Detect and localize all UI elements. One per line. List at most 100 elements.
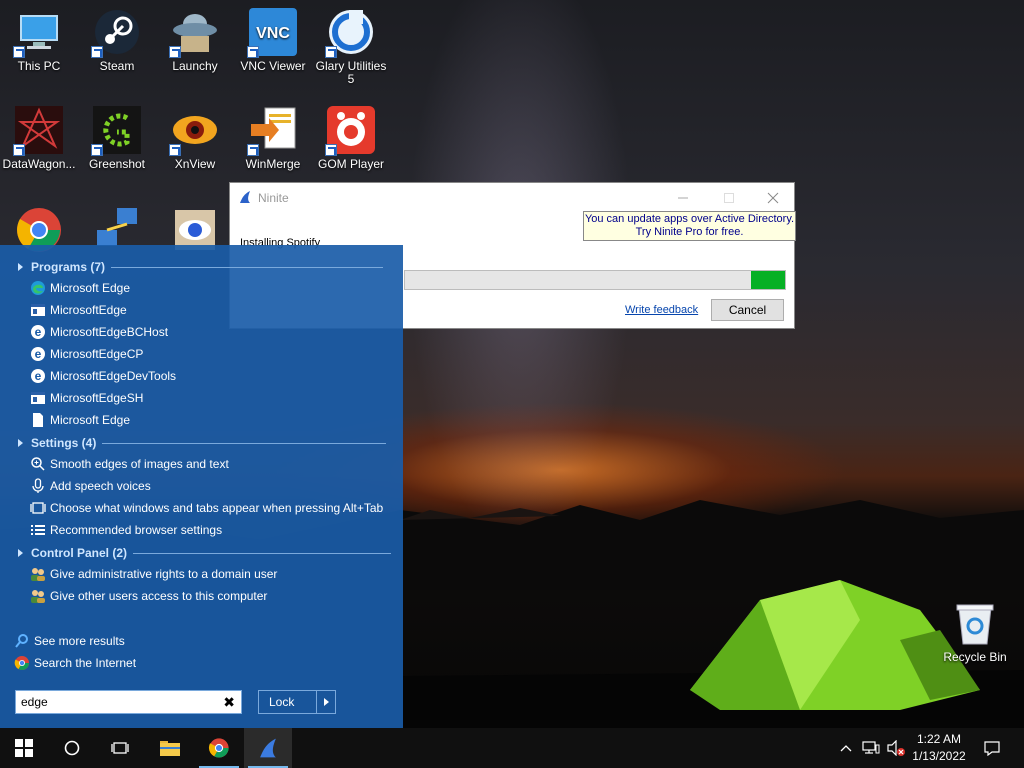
desktop-icon-gom-player[interactable]: GOM Player: [312, 106, 390, 171]
result-item[interactable]: Give other users access to this computer: [30, 585, 267, 607]
xnview-icon: [169, 106, 219, 156]
glary-icon: [325, 8, 375, 58]
svg-text:VNC: VNC: [256, 25, 290, 42]
app-window-icon: [30, 390, 46, 406]
start-button[interactable]: [0, 728, 48, 768]
desktop-icon-this-pc[interactable]: This PC: [0, 8, 78, 73]
desktop-icon-glary-utilities[interactable]: Glary Utilities 5: [312, 8, 390, 86]
taskbar-chrome[interactable]: [195, 728, 243, 768]
computer-icon: [13, 8, 63, 58]
launchy-icon: [169, 8, 219, 58]
result-item[interactable]: MicrosoftEdge: [30, 299, 127, 321]
result-item[interactable]: MicrosoftEdgeSH: [30, 387, 143, 409]
cancel-button[interactable]: Cancel: [711, 299, 784, 321]
steam-icon: [91, 8, 141, 58]
notification-icon: [984, 741, 1000, 756]
winmerge-icon: [247, 106, 297, 156]
result-item[interactable]: Give administrative rights to a domain u…: [30, 563, 277, 585]
volume-muted-icon: [887, 740, 905, 756]
svg-text:e: e: [35, 325, 42, 339]
close-button[interactable]: [750, 183, 796, 213]
taskbar-file-explorer[interactable]: [146, 728, 194, 768]
search-internet-label: Search the Internet: [34, 656, 137, 670]
taskbar-ninite[interactable]: [244, 728, 292, 768]
search-internet[interactable]: Search the Internet: [14, 652, 136, 674]
datawagon-icon: [13, 106, 63, 156]
desktop-icon-datawagon[interactable]: DataWagon...: [0, 106, 78, 171]
search-circle-icon: [64, 740, 80, 756]
lock-button[interactable]: Lock: [258, 690, 336, 714]
taskbar-clock[interactable]: 1:22 AM 1/13/2022: [906, 731, 972, 765]
result-label: Give other users access to this computer: [50, 589, 268, 603]
result-item[interactable]: Add speech voices: [30, 475, 151, 497]
promo-line: Try Ninite Pro for free.: [635, 226, 744, 238]
result-item[interactable]: Choose what windows and tabs appear when…: [30, 497, 383, 519]
section-control-panel[interactable]: Control Panel (2): [18, 543, 392, 563]
desktop-icon-label: Steam: [99, 59, 135, 73]
result-item[interactable]: Recommended browser settings: [30, 519, 222, 541]
power-options-arrow-icon[interactable]: [316, 691, 335, 713]
edge-legacy-icon: e: [30, 368, 46, 384]
desktop-icon-label: This PC: [17, 59, 61, 73]
desktop-icon-winmerge[interactable]: WinMerge: [234, 106, 312, 171]
result-item[interactable]: Microsoft Edge: [30, 277, 130, 299]
result-label: Give administrative rights to a domain u…: [50, 567, 278, 581]
clear-search-icon[interactable]: ✖: [223, 694, 235, 711]
desktop-icon-steam[interactable]: Steam: [78, 8, 156, 73]
install-progress-bar: [404, 270, 786, 290]
write-feedback-link[interactable]: Write feedback: [625, 304, 698, 316]
maximize-button[interactable]: [706, 183, 752, 213]
desktop-icon-launchy[interactable]: Launchy: [156, 8, 234, 73]
show-hidden-icons-button[interactable]: [834, 728, 858, 768]
chevron-up-icon: [840, 745, 852, 752]
svg-text:e: e: [35, 347, 42, 361]
clock-time: 1:22 AM: [916, 732, 962, 746]
desktop-icon-xnview[interactable]: XnView: [156, 106, 234, 171]
result-item[interactable]: e MicrosoftEdgeDevTools: [30, 365, 176, 387]
result-label: Add speech voices: [50, 479, 151, 493]
result-item[interactable]: Smooth edges of images and text: [30, 453, 229, 475]
progress-fill: [750, 271, 785, 289]
vnc-icon: VNC: [247, 8, 297, 58]
result-label: Microsoft Edge: [50, 413, 131, 427]
section-settings[interactable]: Settings (4): [18, 433, 387, 453]
maximize-icon: [724, 193, 734, 203]
search-icon: [14, 633, 30, 649]
ninite-pro-promo[interactable]: You can update apps over Active Director…: [583, 211, 796, 241]
result-item[interactable]: e MicrosoftEdgeBCHost: [30, 321, 168, 343]
task-view-button[interactable]: [96, 728, 144, 768]
search-button[interactable]: [48, 728, 96, 768]
network-icon: [862, 741, 880, 754]
expand-arrow-icon: [18, 549, 23, 557]
desktop-icon-recycle-bin[interactable]: Recycle Bin: [940, 602, 1010, 664]
desktop-icon-label: Greenshot: [88, 157, 146, 171]
app-window-icon: [30, 302, 46, 318]
greenshot-icon: [91, 106, 141, 156]
magnifier-icon: [30, 456, 46, 472]
network-status-button[interactable]: [859, 728, 883, 768]
promo-line: You can update apps over Active Director…: [584, 213, 795, 225]
list-icon: [30, 522, 46, 538]
section-label: Settings (4): [31, 436, 97, 450]
section-label: Programs (7): [31, 260, 106, 274]
desktop-icon-vnc-viewer[interactable]: VNC VNC Viewer: [234, 8, 312, 73]
desktop-icon-greenshot[interactable]: Greenshot: [78, 106, 156, 171]
result-label: Microsoft Edge: [50, 281, 131, 295]
section-divider: [133, 552, 392, 554]
see-more-label: See more results: [34, 634, 125, 648]
search-query-text: edge: [21, 695, 48, 709]
windows-logo-icon: [15, 739, 33, 757]
search-input[interactable]: edge ✖: [15, 690, 242, 714]
result-item[interactable]: e MicrosoftEdgeCP: [30, 343, 143, 365]
microphone-icon: [30, 478, 46, 494]
result-label: MicrosoftEdge: [50, 303, 127, 317]
section-divider: [111, 266, 384, 268]
chrome-icon: [208, 738, 229, 758]
result-item[interactable]: Microsoft Edge: [30, 409, 130, 431]
desktop-icon-label: Glary Utilities 5: [315, 59, 387, 86]
volume-button[interactable]: [884, 728, 908, 768]
action-center-button[interactable]: [980, 728, 1004, 768]
see-more-results[interactable]: See more results: [14, 630, 125, 652]
minimize-button[interactable]: [660, 183, 706, 213]
section-programs[interactable]: Programs (7): [18, 257, 384, 277]
